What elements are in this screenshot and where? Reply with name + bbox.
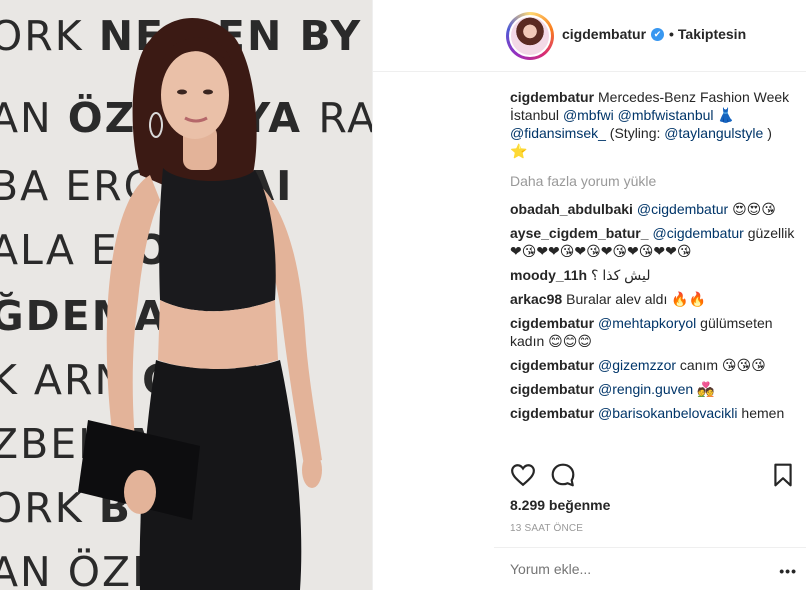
verified-badge-icon: ✔ — [651, 27, 665, 41]
avatar-story-ring[interactable] — [506, 12, 554, 60]
caption-text: ) — [763, 125, 772, 141]
post-actions — [510, 462, 800, 492]
comment-item: moody_11h ليش كذا ؟ — [510, 266, 800, 284]
separator-dot: • — [669, 26, 674, 42]
comment-item: ayse_cigdem_batur_ @cigdembatur güzellik … — [510, 224, 800, 260]
comment-mention[interactable]: @rengin.guven — [598, 381, 693, 397]
star-emoji: ⭐ — [510, 143, 528, 159]
comment-username[interactable]: cigdembatur — [510, 381, 594, 397]
woman-figure-illustration — [78, 17, 322, 590]
comment-text: ليش كذا ؟ — [591, 267, 651, 283]
following-button[interactable]: Takiptesin — [678, 26, 746, 42]
comment-text: hemen — [741, 405, 785, 421]
load-more-comments-button[interactable]: Daha fazla yorum yükle — [510, 172, 800, 190]
dress-emoji: 👗 — [717, 107, 735, 123]
comment-username[interactable]: cigdembatur — [510, 357, 594, 373]
comment-username[interactable]: cigdembatur — [510, 405, 594, 421]
caption-text: (Styling: — [605, 125, 665, 141]
caption-username[interactable]: cigdembatur — [510, 89, 594, 105]
comment-item: cigdembatur @barisokanbelovacikli hemen — [510, 404, 800, 422]
caption-mention[interactable]: @mbfwistanbul — [618, 107, 714, 123]
comment-thread: obadah_abdulbaki @cigdembatur 😍😍😘 ayse_cig… — [510, 200, 800, 422]
comment-username[interactable]: moody_11h — [510, 267, 587, 283]
comment-username[interactable]: cigdembatur — [510, 315, 594, 331]
header-user-info: cigdembatur ✔ • Takiptesin — [562, 26, 746, 42]
add-comment-bar: ••• — [494, 547, 806, 590]
caption-mention[interactable]: @mbfwi — [563, 107, 614, 123]
post-photo[interactable]: ORK NE GEN BY AN ÖZLE AYA RA BA ERG ANAI… — [0, 0, 372, 590]
comment-text: canım 😘😘😘 — [679, 357, 766, 373]
caption: cigdembatur Mercedes-Benz Fashion Week İs… — [510, 88, 800, 160]
comment-mention[interactable]: @mehtapkoryol — [598, 315, 696, 331]
post-timestamp[interactable]: 13 SAAT ÖNCE — [510, 523, 583, 534]
caption-mention[interactable]: @taylangulstyle — [664, 125, 763, 141]
bookmark-icon[interactable] — [770, 462, 796, 488]
comment-icon[interactable] — [550, 462, 576, 488]
comment-username[interactable]: ayse_cigdem_batur_ — [510, 225, 649, 241]
comment-item: cigdembatur @gizemzzor canım 😘😘😘 — [510, 356, 800, 374]
comment-mention[interactable]: @gizemzzor — [598, 357, 676, 373]
comment-mention[interactable]: @cigdembatur — [637, 201, 728, 217]
comment-input[interactable] — [510, 561, 770, 577]
comments-list[interactable]: cigdembatur Mercedes-Benz Fashion Week İs… — [510, 88, 800, 452]
post-side-panel: cigdembatur ✔ • Takiptesin cigdembatur Me… — [372, 0, 806, 590]
comment-text: Buralar alev aldı 🔥🔥 — [566, 291, 707, 307]
comment-text: 💑 — [697, 381, 715, 397]
comment-username[interactable]: arkac98 — [510, 291, 562, 307]
comment-item: cigdembatur @rengin.guven 💑 — [510, 380, 800, 398]
comment-item: cigdembatur @mehtapkoryol gülümseten kadı… — [510, 314, 800, 350]
comment-mention[interactable]: @cigdembatur — [653, 225, 744, 241]
post-header: cigdembatur ✔ • Takiptesin — [373, 0, 806, 72]
comment-item: obadah_abdulbaki @cigdembatur 😍😍😘 — [510, 200, 800, 218]
likes-count[interactable]: 8.299 beğenme — [510, 497, 610, 513]
heart-icon[interactable] — [510, 462, 536, 488]
comment-mention[interactable]: @barisokanbelovacikli — [598, 405, 738, 421]
caption-mention[interactable]: @fidansimsek_ — [510, 125, 606, 141]
comment-text: 😍😍😘 — [732, 201, 776, 217]
header-username[interactable]: cigdembatur — [562, 26, 646, 42]
comment-username[interactable]: obadah_abdulbaki — [510, 201, 633, 217]
comment-item: arkac98 Buralar alev aldı 🔥🔥 — [510, 290, 800, 308]
avatar[interactable] — [509, 15, 551, 57]
more-options-icon[interactable]: ••• — [779, 563, 797, 579]
